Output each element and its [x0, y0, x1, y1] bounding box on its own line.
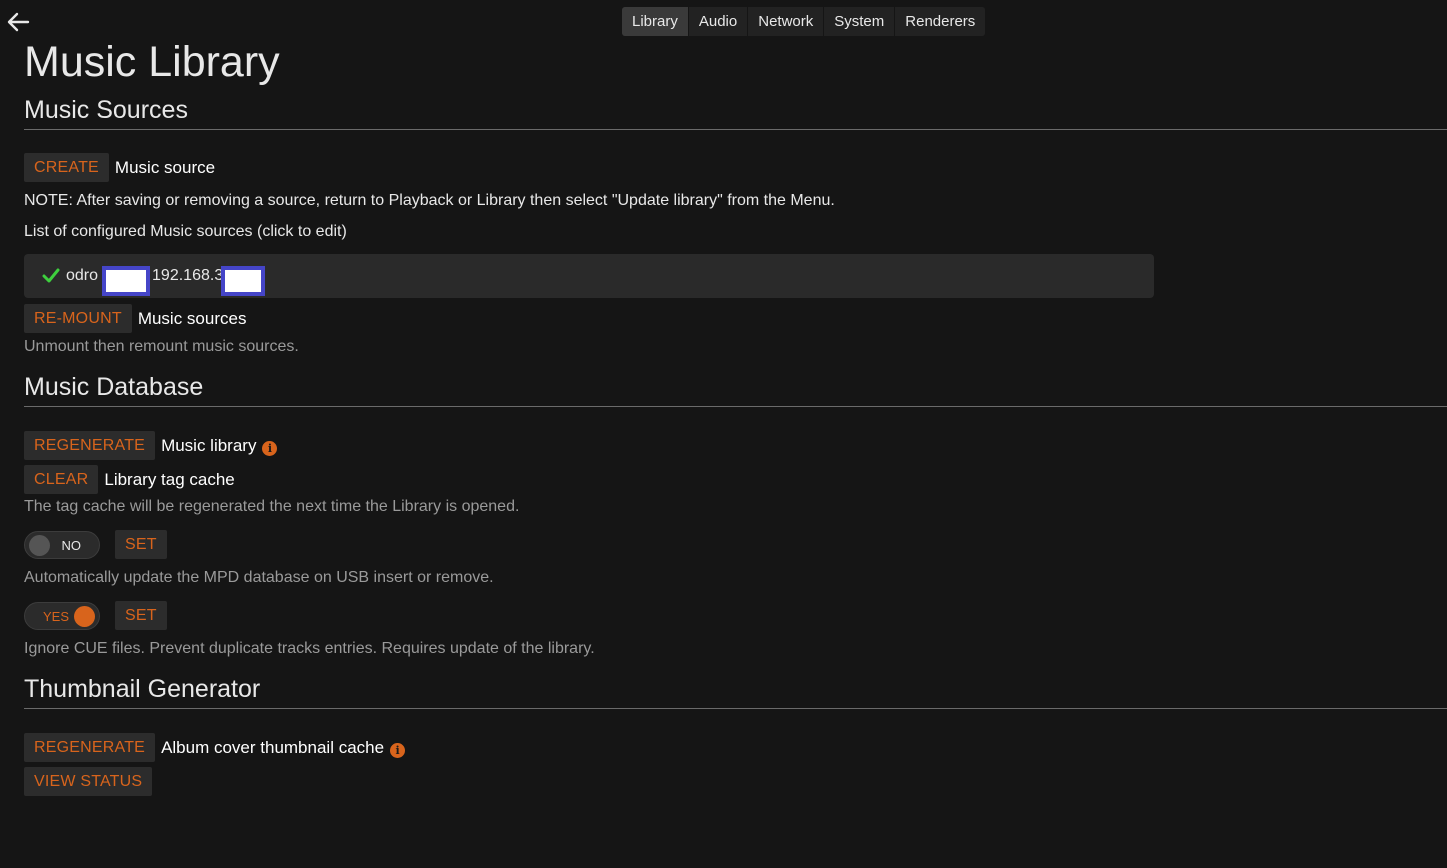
create-button[interactable]: CREATE	[24, 153, 109, 182]
remount-button[interactable]: RE-MOUNT	[24, 304, 132, 333]
toggle-knob	[29, 534, 50, 556]
view-status-button[interactable]: VIEW STATUS	[24, 767, 153, 796]
music-source-item[interactable]: odro 192.168.3	[24, 254, 1154, 298]
create-label: Music source	[114, 157, 216, 177]
sources-note: NOTE: After saving or removing a source,…	[24, 192, 835, 209]
remount-row: RE-MOUNT Music sources	[24, 304, 246, 333]
view-status-row: VIEW STATUS	[24, 767, 153, 796]
page-title: Music Library	[24, 38, 280, 86]
section-title-music-sources: Music Sources	[24, 96, 1447, 130]
clear-cache-row: CLEAR Library tag cache	[24, 465, 235, 494]
tab-network[interactable]: Network	[748, 7, 825, 36]
regenerate-library-label: Music library	[161, 435, 257, 455]
regenerate-thumbnails-label: Album cover thumbnail cache	[161, 737, 385, 757]
check-icon	[42, 266, 62, 286]
clear-help: The tag cache will be regenerated the ne…	[24, 498, 520, 515]
usb-set-button[interactable]: SET	[115, 530, 167, 559]
regenerate-library-row: REGENERATE Music library i	[24, 431, 278, 460]
info-icon[interactable]: i	[262, 440, 278, 456]
section-title-thumbnail-generator: Thumbnail Generator	[24, 675, 1447, 709]
source-name: odro	[66, 267, 99, 284]
usb-auto-update-toggle[interactable]: NO	[24, 530, 100, 559]
remount-label: Music sources	[137, 308, 247, 328]
regenerate-thumbnails-button[interactable]: REGENERATE	[24, 733, 156, 762]
tab-renderers[interactable]: Renderers	[895, 7, 986, 36]
tab-system[interactable]: System	[824, 7, 896, 36]
usb-update-row: NO SET	[24, 530, 167, 559]
remount-help: Unmount then remount music sources.	[24, 338, 299, 355]
usb-help: Automatically update the MPD database on…	[24, 569, 494, 586]
toggle-knob	[74, 605, 95, 627]
clear-button[interactable]: CLEAR	[24, 465, 99, 494]
sources-list-caption: List of configured Music sources (click …	[24, 223, 347, 240]
section-title-music-database: Music Database	[24, 373, 1447, 407]
info-icon[interactable]: i	[390, 742, 406, 758]
ignore-cue-toggle[interactable]: YES	[24, 601, 100, 630]
source-ip: 192.168.3	[152, 267, 224, 284]
ignore-cue-row: YES SET	[24, 601, 167, 630]
clear-label: Library tag cache	[104, 469, 235, 489]
toggle-label: YES	[43, 608, 70, 624]
tab-audio[interactable]: Audio	[688, 7, 749, 36]
regenerate-thumbnails-row: REGENERATE Album cover thumbnail cache i	[24, 733, 406, 762]
create-source-row: CREATE Music source	[24, 153, 215, 182]
config-tabs: Library Audio Network System Renderers	[622, 7, 986, 36]
tab-library[interactable]: Library	[622, 7, 689, 36]
cue-help: Ignore CUE files. Prevent duplicate trac…	[24, 640, 595, 657]
toggle-label: NO	[61, 537, 82, 553]
cue-set-button[interactable]: SET	[115, 601, 167, 630]
regenerate-library-button[interactable]: REGENERATE	[24, 431, 156, 460]
back-arrow-icon[interactable]	[4, 8, 32, 36]
music-library-page: Library Audio Network System Renderers M…	[0, 0, 1447, 868]
